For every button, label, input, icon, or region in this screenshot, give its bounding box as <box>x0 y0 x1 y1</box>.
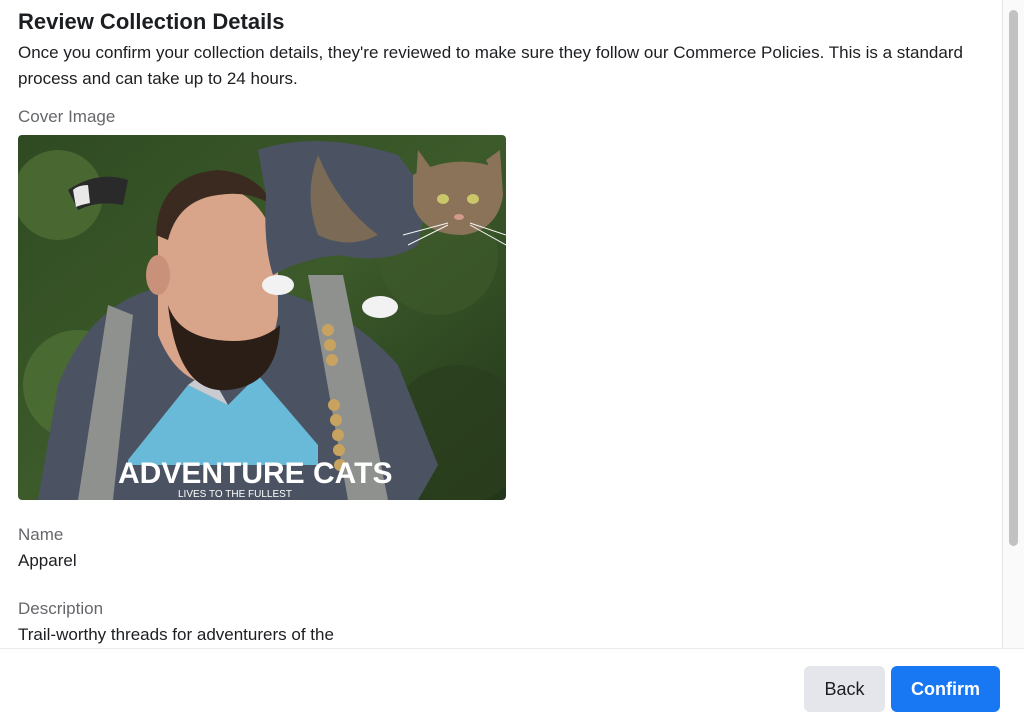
name-label: Name <box>18 525 64 544</box>
cover-image-label: Cover Image <box>18 107 116 126</box>
dialog-intro-text: Once you confirm your collection details… <box>18 43 963 88</box>
scrollbar-thumb[interactable] <box>1009 10 1018 546</box>
dialog-content: Review Collection Details Once you confi… <box>0 0 1002 646</box>
dialog-title: Review Collection Details <box>18 9 285 34</box>
scrollbar-track[interactable] <box>1002 0 1024 648</box>
review-collection-dialog: Review Collection Details Once you confi… <box>0 0 1024 727</box>
description-label: Description <box>18 599 104 618</box>
dialog-footer: Back Confirm <box>0 648 1024 727</box>
dialog-scroll-area[interactable]: Review Collection Details Once you confi… <box>0 0 1002 648</box>
confirm-button[interactable]: Confirm <box>891 666 1000 712</box>
cover-image: ADVENTURE CATS LIVES TO THE FULLEST <box>18 135 506 500</box>
cover-photo-illustration: ADVENTURE CATS LIVES TO THE FULLEST <box>18 135 506 500</box>
shirt-print-text: ADVENTURE CATS <box>118 457 392 490</box>
name-value: Apparel <box>18 551 77 570</box>
description-value: Trail-worthy threads for adventurers of … <box>18 625 334 644</box>
shirt-print-subtext: LIVES TO THE FULLEST <box>178 489 292 500</box>
back-button[interactable]: Back <box>804 666 885 712</box>
